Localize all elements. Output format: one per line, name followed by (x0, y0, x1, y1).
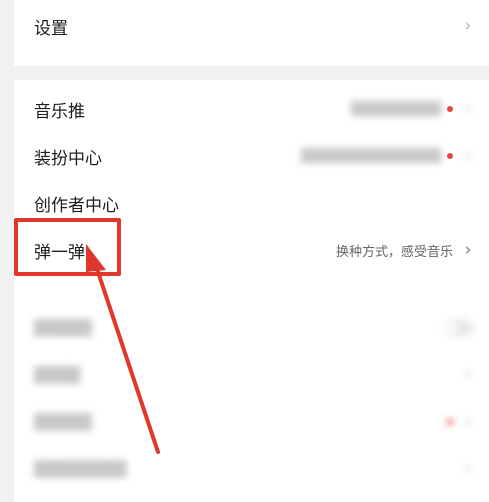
blurred-row-label: ████ (34, 366, 81, 384)
chevron-right-icon: › (464, 16, 472, 36)
blurred-row-4[interactable]: ████████ › (14, 449, 489, 489)
dress-center-label: 装扮中心 (34, 148, 102, 169)
tan-yi-tan-hint: 换种方式，感受音乐 (335, 244, 453, 260)
creator-center-label: 创作者中心 (34, 195, 119, 216)
creator-center-row[interactable]: 创作者中心 (14, 183, 489, 223)
settings-row[interactable]: 设置 › (14, 6, 489, 46)
badge-dot (447, 153, 453, 159)
blurred-row-label: █████ (34, 319, 92, 337)
menu-card: 音乐推 █████████ › 装扮中心 ██████████████ › 创作… (14, 80, 489, 502)
blurred-row-label: ████████ (34, 460, 127, 478)
badge-dot (447, 419, 453, 425)
settings-card: 设置 › (14, 0, 489, 66)
blurred-row-1[interactable]: █████ (14, 308, 489, 348)
blurred-row-3[interactable]: █████ › (14, 402, 489, 442)
chevron-right-icon: › (464, 459, 472, 479)
toggle-switch[interactable] (443, 320, 473, 336)
highlight-box (14, 218, 121, 276)
chevron-right-icon: › (464, 99, 472, 119)
dress-center-row[interactable]: 装扮中心 ██████████████ › (14, 136, 489, 176)
dress-center-hint: ██████████████ (301, 148, 441, 164)
blurred-row-label: █████ (34, 413, 92, 431)
blurred-row-2[interactable]: ████ › (14, 355, 489, 395)
chevron-right-icon: › (464, 146, 472, 166)
chevron-right-icon: › (464, 240, 472, 260)
settings-label: 设置 (34, 18, 68, 39)
music-push-hint: █████████ (351, 101, 441, 117)
chevron-right-icon: › (464, 412, 472, 432)
music-push-row[interactable]: 音乐推 █████████ › (14, 89, 489, 129)
chevron-right-icon: › (464, 365, 472, 385)
badge-dot (447, 106, 453, 112)
music-push-label: 音乐推 (34, 101, 85, 122)
